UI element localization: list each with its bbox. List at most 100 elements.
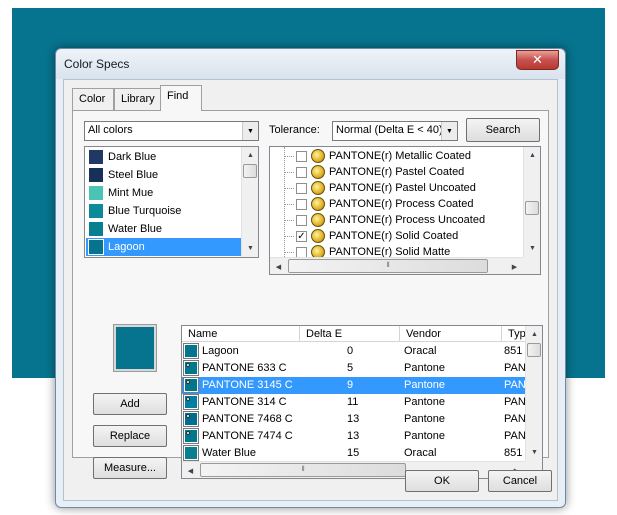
color-swatch bbox=[183, 377, 199, 393]
checkbox[interactable] bbox=[296, 166, 307, 178]
cell-vendor: Oracal bbox=[404, 447, 437, 459]
scroll-down-icon[interactable]: ▼ bbox=[524, 240, 540, 257]
scroll-thumb[interactable]: ⦀ bbox=[200, 463, 406, 477]
scroll-down-icon[interactable]: ▼ bbox=[526, 444, 542, 461]
table-row-selected[interactable]: PANTONE 3145 C 9 Pantone PANT bbox=[182, 377, 527, 394]
list-item[interactable]: Steel Blue bbox=[86, 166, 241, 184]
list-item[interactable]: Dark Blue bbox=[86, 148, 241, 166]
tolerance-value: Normal (Delta E < 40) bbox=[336, 124, 443, 136]
cell-vendor: Pantone bbox=[404, 396, 445, 408]
chevron-down-icon[interactable]: ▼ bbox=[242, 122, 258, 140]
add-button[interactable]: Add bbox=[93, 393, 167, 415]
checkbox-checked[interactable]: ✓ bbox=[296, 230, 307, 242]
list-item[interactable]: Water Blue bbox=[86, 220, 241, 238]
search-button-label: Search bbox=[485, 124, 521, 136]
tree-item[interactable]: PANTONE(r) Metallic Coated bbox=[284, 148, 471, 164]
color-swatch bbox=[183, 343, 199, 359]
library-tree[interactable]: PANTONE(r) Metallic Coated PANTONE(r) Pa… bbox=[269, 146, 541, 275]
color-swatch bbox=[88, 221, 104, 237]
scroll-thumb[interactable] bbox=[243, 164, 257, 178]
column-header-type[interactable]: Type bbox=[502, 326, 527, 342]
cell-name: PANTONE 7468 C bbox=[202, 413, 293, 425]
tree-branch bbox=[284, 235, 294, 237]
checkbox[interactable] bbox=[296, 150, 307, 162]
results-body: Lagoon 0 Oracal 851 PANTONE 633 C 5 Pant… bbox=[182, 343, 527, 462]
current-color-swatch bbox=[113, 324, 157, 372]
library-tree-vscrollbar[interactable]: ▲ ▼ bbox=[523, 147, 540, 257]
marker-icon bbox=[186, 380, 190, 384]
column-header-name[interactable]: Name bbox=[182, 326, 300, 342]
tab-color-label: Color bbox=[79, 93, 106, 105]
cell-name: Water Blue bbox=[202, 447, 257, 459]
results-vscrollbar[interactable]: ▲ ▼ bbox=[525, 326, 542, 461]
tab-find[interactable]: Find bbox=[160, 85, 202, 111]
scroll-down-icon[interactable]: ▼ bbox=[242, 240, 258, 257]
column-header-label: Vendor bbox=[406, 328, 441, 340]
grip-icon: ⦀ bbox=[301, 466, 305, 473]
list-item-selected[interactable]: Lagoon bbox=[86, 238, 241, 256]
color-list[interactable]: Dark Blue Steel Blue Mint Mue Blue Turqu… bbox=[84, 146, 259, 258]
scroll-left-icon[interactable]: ◀ bbox=[270, 258, 287, 274]
table-row[interactable]: PANTONE 633 C 5 Pantone PANT bbox=[182, 360, 527, 377]
results-table[interactable]: Name Delta E Vendor Type Lagoon 0 Ora bbox=[181, 325, 543, 479]
scroll-right-icon[interactable]: ▶ bbox=[506, 258, 523, 274]
tree-item[interactable]: PANTONE(r) Process Uncoated bbox=[284, 212, 485, 228]
table-row[interactable]: PANTONE 314 C 11 Pantone PANT bbox=[182, 394, 527, 411]
column-header-label: Name bbox=[188, 328, 218, 340]
library-icon bbox=[311, 181, 325, 195]
table-row[interactable]: PANTONE 7468 C 13 Pantone PANT bbox=[182, 411, 527, 428]
ok-button[interactable]: OK bbox=[405, 470, 479, 492]
tree-item[interactable]: ✓ PANTONE(r) Solid Coated bbox=[284, 228, 458, 244]
scroll-thumb[interactable] bbox=[525, 201, 539, 215]
cell-delta: 5 bbox=[347, 362, 354, 374]
replace-button[interactable]: Replace bbox=[93, 425, 167, 447]
cell-type: 851 bbox=[504, 345, 523, 357]
color-filter-select[interactable]: All colors ▼ bbox=[84, 121, 259, 141]
scroll-thumb[interactable] bbox=[527, 343, 541, 357]
cancel-button[interactable]: Cancel bbox=[488, 470, 552, 492]
library-icon bbox=[311, 149, 325, 163]
cell-delta: 13 bbox=[347, 430, 360, 442]
scroll-thumb[interactable]: ⦀ bbox=[288, 259, 488, 273]
library-icon bbox=[311, 213, 325, 227]
library-name: PANTONE(r) Metallic Coated bbox=[329, 150, 472, 162]
chevron-down-icon[interactable]: ▼ bbox=[441, 122, 457, 140]
tolerance-select[interactable]: Normal (Delta E < 40) ▼ bbox=[332, 121, 458, 141]
tree-item[interactable]: PANTONE(r) Process Coated bbox=[284, 196, 473, 212]
table-row[interactable]: PANTONE 7474 C 13 Pantone PANT bbox=[182, 428, 527, 445]
tab-library[interactable]: Library bbox=[114, 88, 162, 110]
measure-button-label: Measure... bbox=[104, 462, 156, 474]
tab-color[interactable]: Color bbox=[72, 88, 114, 110]
cell-delta: 9 bbox=[347, 379, 354, 391]
cell-vendor: Pantone bbox=[404, 413, 445, 425]
color-swatch bbox=[88, 203, 104, 219]
title-bar[interactable]: Color Specs ✕ bbox=[56, 49, 565, 79]
search-button[interactable]: Search bbox=[466, 118, 540, 142]
table-row[interactable]: Water Blue 15 Oracal 851 bbox=[182, 445, 527, 462]
library-tree-hscrollbar[interactable]: ◀ ⦀ ▶ bbox=[270, 257, 523, 274]
color-swatch bbox=[88, 167, 104, 183]
grip-icon: ⦀ bbox=[386, 262, 390, 269]
scroll-up-icon[interactable]: ▲ bbox=[242, 147, 258, 164]
cell-name: PANTONE 633 C bbox=[202, 362, 287, 374]
tree-item[interactable]: PANTONE(r) Pastel Coated bbox=[284, 164, 464, 180]
scroll-up-icon[interactable]: ▲ bbox=[524, 147, 540, 164]
checkbox[interactable] bbox=[296, 214, 307, 226]
list-item[interactable]: Mint Mue bbox=[86, 184, 241, 202]
column-header-vendor[interactable]: Vendor bbox=[400, 326, 502, 342]
scroll-up-icon[interactable]: ▲ bbox=[526, 326, 542, 343]
tree-item[interactable]: PANTONE(r) Pastel Uncoated bbox=[284, 180, 476, 196]
table-row[interactable]: Lagoon 0 Oracal 851 bbox=[182, 343, 527, 360]
checkbox[interactable] bbox=[296, 198, 307, 210]
checkbox[interactable] bbox=[296, 182, 307, 194]
measure-button[interactable]: Measure... bbox=[93, 457, 167, 479]
scroll-left-icon[interactable]: ◀ bbox=[182, 462, 199, 478]
close-button[interactable]: ✕ bbox=[516, 50, 559, 70]
cell-vendor: Pantone bbox=[404, 379, 445, 391]
column-header-delta[interactable]: Delta E bbox=[300, 326, 400, 342]
list-item[interactable]: Blue Turquoise bbox=[86, 202, 241, 220]
checkbox[interactable] bbox=[296, 246, 307, 258]
tree-branch bbox=[284, 155, 294, 157]
color-list-scrollbar[interactable]: ▲ ▼ bbox=[241, 147, 258, 257]
cell-delta: 0 bbox=[347, 345, 354, 357]
